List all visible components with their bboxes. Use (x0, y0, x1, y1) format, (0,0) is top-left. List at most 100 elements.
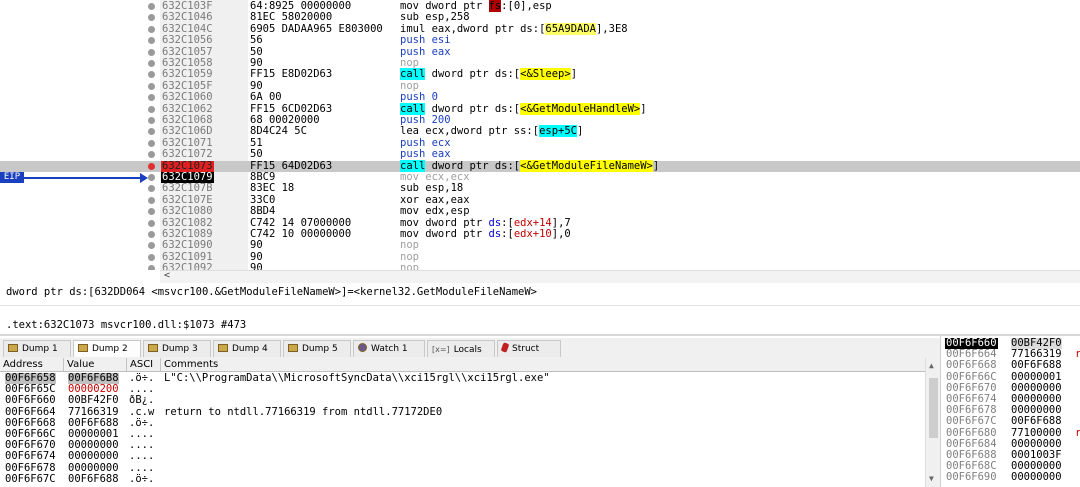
breakpoint-icon[interactable] (148, 162, 155, 170)
stack-address: 00F6F67C (946, 415, 997, 428)
instruction-token: mov dword ptr (400, 228, 489, 240)
breakpoint-slot-icon[interactable] (148, 151, 155, 159)
breakpoint-slot-icon[interactable] (148, 219, 155, 227)
pane-splitter[interactable] (0, 334, 1080, 336)
disasm-instruction: call dword ptr ds:[<&Sleep>] (400, 68, 577, 81)
dump-address: 00F6F660 (5, 394, 56, 407)
dump-icon (148, 344, 158, 352)
breakpoint-slot-icon[interactable] (148, 105, 155, 113)
scroll-down-icon[interactable]: ▼ (929, 474, 934, 483)
dump-row[interactable]: 00F6F674 00000000.... (0, 451, 925, 462)
watch-icon (358, 343, 367, 352)
instruction-token: ds (488, 228, 502, 240)
breakpoint-slot-icon[interactable] (148, 185, 155, 193)
scroll-left-icon[interactable]: < (164, 270, 170, 281)
dump-row[interactable]: 00F6F660 00BF42F0 ðB¿. (0, 395, 925, 406)
dump-grid[interactable]: Address Value ASCI Comments 00F6F658 00F6… (0, 358, 941, 487)
tab-dump-3[interactable]: Dump 3 (143, 340, 211, 357)
breakpoint-slot-icon[interactable] (148, 139, 155, 147)
breakpoint-slot-icon[interactable] (148, 242, 155, 250)
dump-icon (288, 344, 298, 352)
instruction-token: mov dword ptr (400, 0, 489, 12)
dump-row[interactable]: 00F6F67C 00F6F688 .ö÷. (0, 472, 925, 485)
instruction-token: mov dword ptr (400, 216, 489, 229)
instruction-token: push esi (400, 34, 451, 47)
stack-pane[interactable]: 00F6F660 00BF42F0 00F6F664 77166319 r 00F6F66… (940, 336, 1080, 487)
instruction-token: push eax (400, 148, 451, 161)
breakpoint-slot-icon[interactable] (148, 265, 155, 270)
dump-vertical-scrollbar[interactable]: ▲ ▼ (925, 358, 941, 487)
tab-struct[interactable]: Struct (497, 340, 561, 357)
column-header-address[interactable]: Address (0, 358, 64, 371)
disasm-bytes: 6905 DADAA965 E803000 (250, 22, 383, 35)
dump-value: 00BF42F0 (68, 394, 119, 407)
breakpoint-slot-icon[interactable] (148, 117, 155, 124)
breakpoint-slot-icon[interactable] (148, 94, 155, 102)
dump-address: 00F6F674 (5, 450, 56, 463)
scroll-up-icon[interactable]: ▲ (929, 361, 934, 370)
stack-value: 00F6F688 (1011, 359, 1062, 372)
column-header-value[interactable]: Value (64, 358, 127, 371)
breakpoint-slot-icon[interactable] (148, 174, 155, 181)
breakpoint-slot-icon[interactable] (148, 37, 155, 45)
breakpoint-slot-icon[interactable] (148, 128, 155, 136)
tab-dump-5[interactable]: Dump 5 (283, 340, 351, 357)
breakpoint-slot-icon[interactable] (148, 48, 155, 56)
breakpoint-slot-icon[interactable] (148, 196, 155, 204)
stack-row[interactable]: 00F6F67C 00F6F688 (941, 416, 1080, 427)
disasm-bytes: C742 10 00000000 (250, 228, 352, 240)
breakpoint-slot-icon[interactable] (148, 208, 155, 216)
stack-address: 00F6F668 (946, 359, 997, 372)
eip-label: EIP (0, 172, 24, 183)
scrollbar-thumb[interactable] (929, 378, 938, 438)
disasm-address: 632C1056 (162, 34, 213, 47)
instruction-token: edx+10 (513, 228, 552, 240)
instruction-token: <&GetModuleHandleW> (520, 102, 641, 115)
breakpoint-slot-icon[interactable] (148, 82, 155, 90)
breakpoint-slot-icon[interactable] (148, 60, 155, 67)
dump-value: 00F6F688 (68, 472, 119, 485)
breakpoint-slot-icon[interactable] (148, 253, 155, 261)
disasm-row[interactable]: 632C1060 6A 00 push 0 (0, 91, 1080, 103)
stack-row[interactable]: 00F6F690 00000000 (941, 472, 1080, 483)
stack-row[interactable]: 00F6F668 00F6F688 (941, 360, 1080, 371)
tab-label: Dump 2 (92, 344, 128, 354)
breakpoint-slot-icon[interactable] (148, 25, 155, 33)
instruction-token: dword ptr ds:[ (425, 68, 521, 81)
disasm-row[interactable]: 632C1092 90 nop (0, 262, 1080, 270)
instruction-token: nop (400, 57, 419, 69)
instruction-token: ds (488, 216, 502, 229)
breakpoint-slot-icon[interactable] (148, 14, 155, 22)
instruction-token: nop (400, 250, 419, 263)
disasm-row[interactable]: 632C1072 50 push eax (0, 148, 1080, 161)
dump-ascii: .ö÷. (129, 472, 155, 485)
tab-dump-1[interactable]: Dump 1 (3, 340, 71, 357)
breakpoint-slot-icon[interactable] (148, 231, 155, 238)
location-info-line: .text:632C1073 msvcr100.dll:$1073 #473 (6, 319, 247, 331)
disassembly-pane[interactable]: 632C103F 64:8925 00000000 mov dword ptr fs… (0, 0, 1080, 270)
column-header-comments[interactable]: Comments (161, 358, 925, 371)
instruction-token: sub esp,258 (400, 11, 470, 24)
instruction-token: ],7 (551, 216, 571, 229)
instruction-token: push ecx (400, 136, 451, 149)
breakpoint-slot-icon[interactable] (148, 3, 155, 10)
tab-dump-2[interactable]: Dump 2 (73, 340, 141, 357)
breakpoint-slot-icon[interactable] (148, 71, 155, 79)
struct-icon (500, 342, 510, 353)
disassembly-horizontal-scrollbar[interactable]: < (160, 270, 1080, 283)
instruction-info-line: dword ptr ds:[632DD064 <msvcr100.&GetMod… (6, 286, 538, 298)
instruction-token: ],0 (551, 228, 571, 240)
instruction-token: <&Sleep> (520, 68, 571, 81)
column-header-ascii[interactable]: ASCI (127, 358, 161, 371)
instruction-token: fs (488, 0, 502, 12)
disasm-row[interactable]: 632C1056 56 push esi (0, 34, 1080, 47)
disasm-address: 632C1092 (162, 262, 213, 270)
dump-ascii: .... (129, 450, 155, 463)
instruction-token: esp+5C (539, 125, 578, 138)
tab-locals[interactable]: [x=] Locals (427, 340, 495, 357)
instruction-token: push eax (400, 45, 451, 58)
dump-address: 00F6F67C (5, 472, 56, 485)
eip-arrow-icon (24, 177, 142, 179)
tab-dump-4[interactable]: Dump 4 (213, 340, 281, 357)
tab-watch-1[interactable]: Watch 1 (353, 340, 425, 357)
